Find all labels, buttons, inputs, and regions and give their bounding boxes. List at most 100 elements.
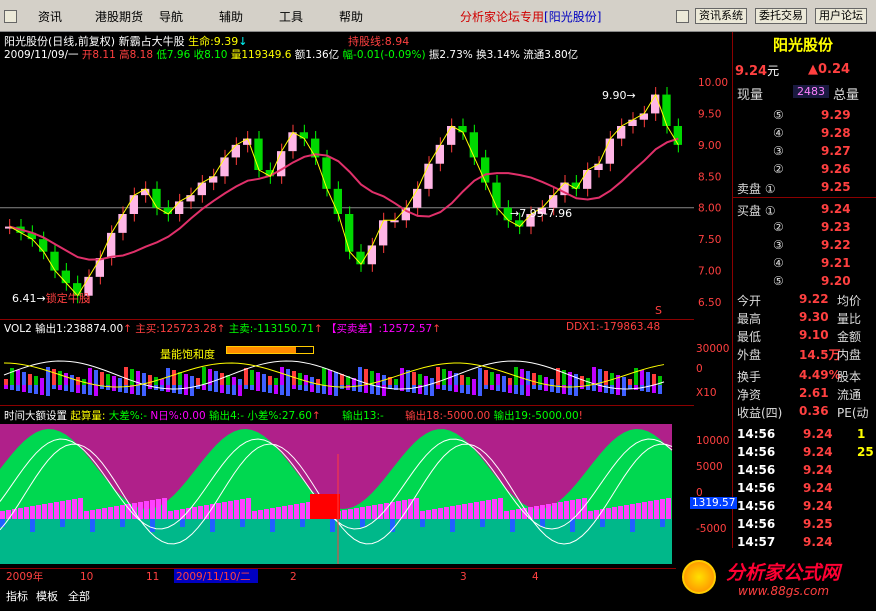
ind-bar-neg [0,519,5,527]
indicator-chart[interactable] [0,424,694,564]
vol-bar [376,373,380,385]
vol-bar-neg [346,385,350,390]
out4-value: 输出4:- [208,410,244,422]
tick-price: 9.25 [803,517,833,531]
tick-row: 14:56 9.25 [733,517,876,535]
vol-bar-neg [634,385,638,390]
menu-assist[interactable]: 辅助 [219,8,243,25]
vol-bar [520,369,524,385]
ind-bar [642,502,647,519]
stat-label: 外盘 [737,348,762,362]
vol-bar-neg [64,385,68,391]
ind-bar [36,505,41,519]
ind-bar [540,505,545,519]
vol-header: VOL2 输出1:238874.00↑ 主买:125723.28↑ 主卖:-11… [4,323,441,335]
vol-bar [310,377,314,385]
panel-divider [0,319,694,320]
menu-navigate[interactable]: 导航 [159,8,183,25]
logo-text: 分析家公式网 [726,562,841,584]
vol-bar [334,372,338,385]
menu-hk-futures[interactable]: 港股期货 [95,8,143,25]
vol-bar [286,369,290,385]
ind-bar [282,506,287,519]
ask-level: 卖盘 ① [737,182,776,196]
vol-bar-neg [322,385,326,394]
minimize-icon[interactable] [676,10,689,23]
candle-body [413,188,422,208]
vol-bar [496,374,500,385]
ind-bar-neg [240,519,245,527]
ind-bar [606,508,611,519]
vol-bar-neg [52,385,56,389]
vol-bar [88,368,92,385]
quote-line: 2009/11/09/一 开8.11 高8.18 低7.96 收8.10 量11… [4,47,578,62]
vol-bar [64,373,68,385]
stat-value: 9.30 [799,310,829,324]
vol-bar [94,370,98,385]
bid-level: ③ [773,238,784,252]
trade-button[interactable]: 委托交易 [755,8,807,24]
bid-level: ② [773,220,784,234]
candle-body [673,126,682,145]
ind-bar [666,498,671,519]
ind-bar [258,510,263,519]
candle-body [50,251,59,271]
ask-price: 9.25 [821,180,851,194]
tab-template[interactable]: 模板 [36,588,58,604]
ind-bar [78,498,83,519]
stat-value: 9.22 [799,292,829,306]
ind-bar [444,507,449,519]
ind-bar [546,504,551,519]
tab-indicator[interactable]: 指标 [6,588,28,604]
ask-level: ⑤ [773,108,784,122]
ind-bar-neg [120,519,125,527]
chart-area[interactable]: 阳光股份(日线,前复权) 新霸占大牛股 生命:9.39↓ 持股线:8.94 20… [0,32,694,598]
stat-value: 2.61 [799,386,829,400]
stat-row: 净资 2.61 流通 [733,386,876,404]
vol-bar-neg [70,385,74,392]
app-icon[interactable] [4,10,17,23]
ask-level: ② [773,162,784,176]
stat-label: 最高 [737,312,762,326]
vol-bar-neg [214,385,218,392]
stat-value: 9.10 [799,328,829,342]
ind-bar-neg [360,519,365,527]
menu-tools[interactable]: 工具 [279,8,303,25]
vol-bar [340,374,344,385]
close-value: 8.10 [204,49,228,61]
candle-body [220,157,229,177]
bid-row: ⑤ 9.20 [733,274,876,292]
vol-bar-neg [178,385,182,394]
ind-bar [474,502,479,519]
candlestick-chart[interactable] [0,62,694,320]
small-diff-value: 小差%:27.60 [247,410,312,422]
tick-price: 9.24 [803,499,833,513]
ind-tick-label: -5000 [696,523,727,535]
candle-body [435,144,444,164]
tab-all[interactable]: 全部 [68,588,90,604]
menu-news[interactable]: 资讯 [38,8,62,25]
ind-bar [354,508,359,519]
ind-bar [144,501,149,519]
ask-price: 9.27 [821,144,851,158]
ind-bar-neg [150,519,155,532]
forum-button[interactable]: 用户论坛 [815,8,867,24]
x-tick-label: 10 [80,571,93,583]
ind-bar [240,499,245,519]
vol-bar-neg [364,385,368,393]
quote-panel: 阳光股份 9.24元 ▲0.24 现量 2483 总量 ⑤ 9.29 ④ 9.28 ③ 9… [732,32,876,598]
order-book: ⑤ 9.29 ④ 9.28 ③ 9.27 ② 9.26 卖盘 ① 9.25 买盘 ① 9.24 ② 9.2… [733,104,876,314]
vol-bar [490,372,494,385]
y-tick-label: 9.00 [698,140,721,152]
info-system-button[interactable]: 资讯系统 [695,8,747,24]
volume-chart[interactable] [0,335,694,405]
ind-bar-neg [450,519,455,532]
ind-bar [294,504,299,519]
menu-help[interactable]: 帮助 [339,8,363,25]
ind-bar [120,505,125,519]
ind-bar [432,509,437,519]
vol-bar [22,372,26,385]
tick-time: 14:56 [737,517,776,531]
stats-table: 今开 9.22 均价 最高 9.30 量比 最低 9.10 金额 外盘 14.5万 内盘 换手 4.49%… [733,292,876,442]
candle-body [424,163,433,189]
